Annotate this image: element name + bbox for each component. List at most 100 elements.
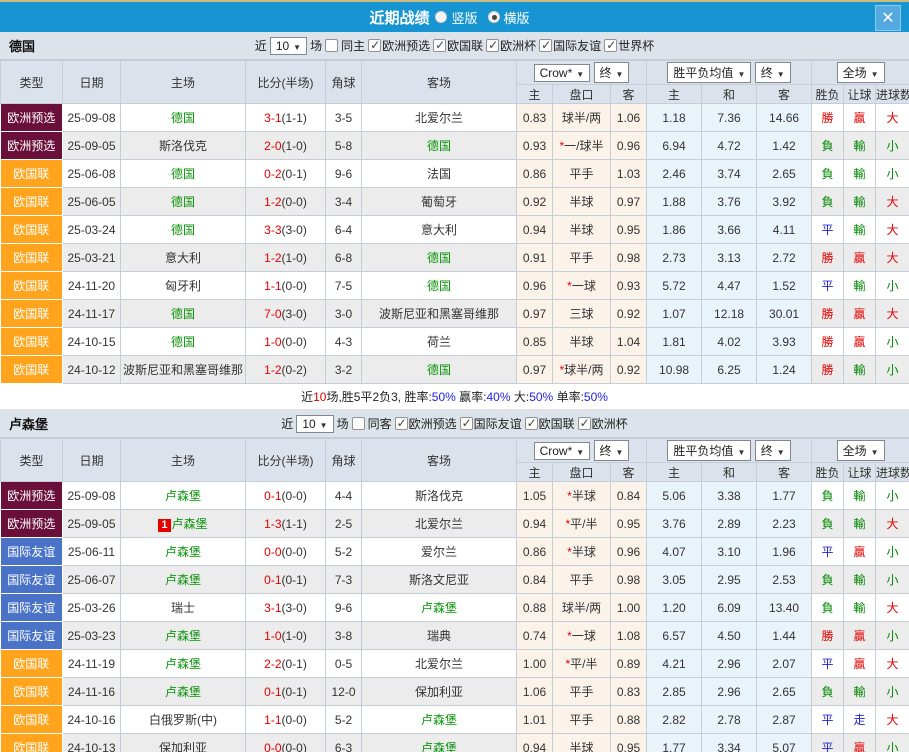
corner-cell: 7-3 bbox=[326, 566, 362, 594]
scope-select[interactable]: 全场▼ bbox=[837, 62, 885, 83]
handicap-cell: *一球 bbox=[553, 272, 611, 300]
sub-handicap-result: 让球 bbox=[844, 463, 876, 482]
score-cell: 3-1(3-0) bbox=[246, 594, 326, 622]
result-goals: 小 bbox=[876, 678, 909, 706]
result-wdl: 平 bbox=[812, 272, 844, 300]
handicap-cell: 半球 bbox=[553, 216, 611, 244]
matches-label: 场 bbox=[337, 415, 349, 432]
score-cell: 0-0(0-0) bbox=[246, 734, 326, 752]
section-header: 卢森堡 近 10▼ 场 同客 欧洲预选国际友谊欧国联欧洲杯 bbox=[0, 410, 909, 438]
avg-draw-odds: 4.02 bbox=[702, 328, 757, 356]
result-wdl: 勝 bbox=[812, 244, 844, 272]
league-checkbox[interactable] bbox=[433, 39, 446, 52]
crow-away-odds: 1.03 bbox=[611, 160, 647, 188]
date-cell: 25-09-05 bbox=[63, 510, 121, 538]
home-team-cell: 德国 bbox=[121, 104, 246, 132]
odds-provider-select[interactable]: Crow*▼ bbox=[534, 64, 591, 82]
league-checkbox[interactable] bbox=[578, 417, 591, 430]
league-checkbox[interactable] bbox=[486, 39, 499, 52]
league-checkbox[interactable] bbox=[460, 417, 473, 430]
date-cell: 25-03-26 bbox=[63, 594, 121, 622]
avg-home-odds: 1.81 bbox=[647, 328, 702, 356]
league-checkbox[interactable] bbox=[395, 417, 408, 430]
league-filter[interactable]: 欧国联 bbox=[433, 37, 483, 54]
avg-home-odds: 1.20 bbox=[647, 594, 702, 622]
league-checkbox[interactable] bbox=[525, 417, 538, 430]
odds-stage-select[interactable]: 终▼ bbox=[594, 440, 630, 461]
filter-bar: 近 10▼ 场 同客 欧洲预选国际友谊欧国联欧洲杯 bbox=[281, 415, 627, 433]
odds-provider-select[interactable]: Crow*▼ bbox=[534, 442, 591, 460]
crow-home-odds: 0.92 bbox=[517, 188, 553, 216]
avg-type-select[interactable]: 胜平负均值▼ bbox=[667, 62, 751, 83]
result-goals: 小 bbox=[876, 328, 909, 356]
team-section-germany: 德国 近 10▼ 场 同主 欧洲预选欧国联欧洲杯国际友谊世界杯 类型 日期 bbox=[0, 32, 909, 410]
result-handicap: 贏 bbox=[844, 104, 876, 132]
corner-cell: 2-5 bbox=[326, 510, 362, 538]
avg-type-select[interactable]: 胜平负均值▼ bbox=[667, 440, 751, 461]
avg-home-odds: 1.18 bbox=[647, 104, 702, 132]
close-icon[interactable]: ✕ bbox=[875, 5, 901, 31]
league-filter[interactable]: 世界杯 bbox=[604, 37, 654, 54]
date-cell: 24-10-15 bbox=[63, 328, 121, 356]
odds-stage-select[interactable]: 终▼ bbox=[594, 62, 630, 83]
avg-home-odds: 1.88 bbox=[647, 188, 702, 216]
result-handicap: 贏 bbox=[844, 650, 876, 678]
same-venue-checkbox[interactable] bbox=[325, 39, 338, 52]
type-badge: 欧国联 bbox=[1, 734, 63, 752]
type-badge: 欧洲预选 bbox=[1, 104, 63, 132]
league-checkbox[interactable] bbox=[539, 39, 552, 52]
type-badge: 欧洲预选 bbox=[1, 510, 63, 538]
match-row: 欧国联25-06-08德国0-2(0-1)9-6法国0.86平手1.032.46… bbox=[1, 160, 909, 188]
avg-home-odds: 6.57 bbox=[647, 622, 702, 650]
result-handicap: 輸 bbox=[844, 188, 876, 216]
score-cell: 0-1(0-1) bbox=[246, 566, 326, 594]
avg-away-odds: 2.23 bbox=[757, 510, 812, 538]
chevron-down-icon: ▼ bbox=[777, 448, 785, 457]
result-goals: 大 bbox=[876, 188, 909, 216]
league-checkbox[interactable] bbox=[368, 39, 381, 52]
crow-away-odds: 0.88 bbox=[611, 706, 647, 734]
recent-count-select[interactable]: 10▼ bbox=[270, 37, 307, 55]
avg-draw-odds: 4.72 bbox=[702, 132, 757, 160]
crow-away-odds: 0.98 bbox=[611, 566, 647, 594]
avg-stage-select[interactable]: 终▼ bbox=[755, 440, 791, 461]
horizontal-layout-radio[interactable] bbox=[488, 11, 500, 23]
corner-cell: 3-4 bbox=[326, 188, 362, 216]
league-filter[interactable]: 国际友谊 bbox=[460, 415, 522, 432]
avg-draw-odds: 2.89 bbox=[702, 510, 757, 538]
avg-home-odds: 5.06 bbox=[647, 482, 702, 510]
league-filter[interactable]: 欧洲杯 bbox=[578, 415, 628, 432]
home-team-cell: 匈牙利 bbox=[121, 272, 246, 300]
corner-cell: 9-6 bbox=[326, 160, 362, 188]
scope-select[interactable]: 全场▼ bbox=[837, 440, 885, 461]
crow-home-odds: 0.83 bbox=[517, 104, 553, 132]
avg-stage-select[interactable]: 终▼ bbox=[755, 62, 791, 83]
result-handicap: 輸 bbox=[844, 594, 876, 622]
away-team-cell: 卢森堡 bbox=[362, 594, 517, 622]
type-badge: 欧洲预选 bbox=[1, 132, 63, 160]
league-filter[interactable]: 国际友谊 bbox=[539, 37, 601, 54]
sub-handicap-result: 让球 bbox=[844, 85, 876, 104]
match-row: 欧国联24-10-13保加利亚0-0(0-0)6-3卢森堡0.94半球0.951… bbox=[1, 734, 909, 752]
crow-away-odds: 0.98 bbox=[611, 244, 647, 272]
avg-away-odds: 1.52 bbox=[757, 272, 812, 300]
date-cell: 25-06-08 bbox=[63, 160, 121, 188]
vertical-layout-label: 竖版 bbox=[451, 8, 477, 27]
same-venue-checkbox[interactable] bbox=[352, 417, 365, 430]
league-filter[interactable]: 欧洲杯 bbox=[486, 37, 536, 54]
date-cell: 24-11-19 bbox=[63, 650, 121, 678]
vertical-layout-radio[interactable] bbox=[435, 11, 447, 23]
league-filter[interactable]: 欧洲预选 bbox=[368, 37, 430, 54]
handicap-cell: *一/球半 bbox=[553, 132, 611, 160]
league-checkbox[interactable] bbox=[604, 39, 617, 52]
corner-cell: 6-4 bbox=[326, 216, 362, 244]
result-wdl: 負 bbox=[812, 188, 844, 216]
league-filter[interactable]: 欧洲预选 bbox=[395, 415, 457, 432]
recent-count-select[interactable]: 10▼ bbox=[296, 415, 333, 433]
result-wdl: 勝 bbox=[812, 622, 844, 650]
date-cell: 25-09-05 bbox=[63, 132, 121, 160]
page-title: 近期战绩 bbox=[369, 7, 429, 28]
crow-away-odds: 0.92 bbox=[611, 300, 647, 328]
sub-away: 客 bbox=[611, 85, 647, 104]
league-filter[interactable]: 欧国联 bbox=[525, 415, 575, 432]
